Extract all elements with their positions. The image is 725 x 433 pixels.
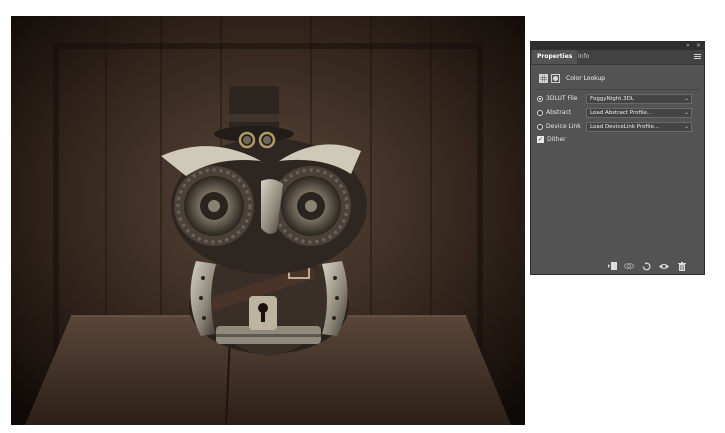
view-previous-state-icon[interactable] bbox=[624, 260, 634, 272]
dither-label: Dither bbox=[547, 136, 566, 143]
close-panel-icon[interactable]: × bbox=[696, 42, 701, 50]
dither-option[interactable]: ✓ Dither bbox=[537, 134, 566, 145]
chevron-down-icon: ⌄ bbox=[683, 95, 689, 102]
label-device-link: Device Link bbox=[546, 123, 581, 130]
select-devicelink-value: Load DeviceLink Profile... bbox=[590, 124, 660, 130]
adjustment-header: Color Lookup bbox=[539, 72, 605, 84]
dither-checkbox[interactable]: ✓ bbox=[537, 136, 544, 143]
option-3dlut-file[interactable]: 3DLUT File bbox=[537, 93, 578, 104]
adjustment-title: Color Lookup bbox=[566, 74, 606, 82]
panel-tab-bar: Properties Info bbox=[531, 50, 704, 65]
label-abstract: Abstract bbox=[546, 109, 572, 116]
clip-to-layer-icon[interactable] bbox=[607, 260, 617, 272]
select-3dlut-value: FoggyNight.3DL bbox=[590, 96, 634, 102]
radio-3dlut[interactable] bbox=[537, 95, 543, 102]
chevron-down-icon: ⌄ bbox=[683, 109, 689, 116]
owl-artwork bbox=[11, 16, 525, 425]
radio-device-link[interactable] bbox=[537, 123, 543, 130]
panel-footer bbox=[531, 260, 704, 272]
color-lookup-grid-icon bbox=[539, 73, 548, 83]
tab-info[interactable]: Info bbox=[573, 50, 594, 64]
properties-panel: » × Properties Info Color Lookup 3DLUT F… bbox=[530, 41, 705, 275]
chevron-down-icon: ⌄ bbox=[683, 123, 689, 130]
select-3dlut-file[interactable]: FoggyNight.3DL ⌄ bbox=[586, 94, 692, 104]
hamburger-menu-icon[interactable] bbox=[694, 53, 701, 60]
visibility-eye-icon[interactable] bbox=[659, 260, 669, 272]
select-abstract-profile[interactable]: Load Abstract Profile... ⌄ bbox=[586, 108, 692, 118]
select-devicelink-profile[interactable]: Load DeviceLink Profile... ⌄ bbox=[586, 122, 692, 132]
panel-title-strip: » × bbox=[531, 42, 704, 50]
trash-icon[interactable] bbox=[677, 260, 687, 272]
collapse-panel-icon[interactable]: » bbox=[686, 42, 690, 50]
radio-abstract[interactable] bbox=[537, 109, 543, 116]
option-device-link[interactable]: Device Link bbox=[537, 121, 581, 132]
layer-mask-icon[interactable] bbox=[551, 73, 560, 83]
tab-properties[interactable]: Properties bbox=[532, 50, 578, 64]
label-3dlut: 3DLUT File bbox=[546, 95, 578, 102]
option-abstract[interactable]: Abstract bbox=[537, 107, 571, 118]
select-abstract-value: Load Abstract Profile... bbox=[590, 110, 653, 116]
document-canvas[interactable] bbox=[11, 16, 525, 425]
panel-divider bbox=[535, 89, 700, 90]
reset-icon[interactable] bbox=[641, 260, 651, 272]
